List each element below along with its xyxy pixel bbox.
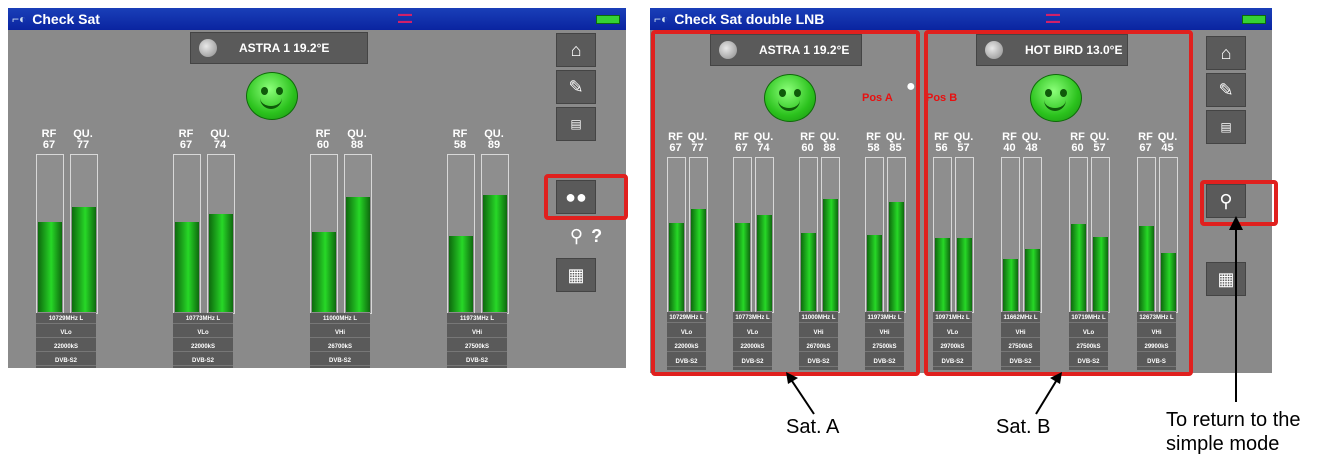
qu-value: 88 [350, 139, 364, 151]
calculator-button[interactable]: ▦ [556, 258, 596, 292]
satellite-selector[interactable]: ASTRA 1 19.2°E [190, 32, 368, 64]
left-title-bar: ⌐◐ Check Sat ▬▬ ▬▬ [8, 8, 626, 30]
channel-info: 11000MHz L VHi 26700kS DVB-S2 [310, 313, 370, 368]
channel-info-line: VHi [447, 330, 507, 338]
satellite-config-button[interactable]: ✎ [556, 70, 596, 104]
rf-value: 60 [316, 139, 330, 151]
channel-info-line: DVB-S2 [447, 358, 507, 366]
channel-info: 10773MHz L VLo 22000kS DVB-S2 [173, 313, 233, 368]
satellite-dish-icon [199, 39, 217, 57]
caption-sat-b: Sat. B [996, 416, 1051, 438]
caption-return-line2: simple mode [1166, 433, 1280, 455]
caption-sat-a: Sat. A [786, 416, 840, 438]
satellite-a-highlight [651, 30, 920, 376]
satellite-label: ASTRA 1 19.2°E [239, 41, 330, 55]
channel-info-line: 22000kS [173, 344, 233, 352]
menu-icon[interactable]: ⌐◐ [12, 12, 26, 26]
qu-value: 74 [213, 139, 227, 151]
arrow-sat-b [1035, 372, 1062, 415]
rf-level-fill [175, 222, 199, 312]
channel-info-line: 11973MHz L [447, 316, 507, 324]
help-icon: ? [591, 225, 603, 246]
channel-info-line: 10729MHz L [36, 316, 96, 324]
left-page-title: Check Sat [32, 11, 100, 27]
status-indicator: ▬▬ ▬▬ [398, 11, 412, 25]
double-lnb-highlight [544, 174, 628, 220]
rf-level-bar [173, 154, 201, 314]
qu-level-bar [207, 154, 235, 314]
quality-smiley-icon [246, 72, 298, 120]
satellite-b-highlight [924, 30, 1193, 376]
battery-icon [1242, 15, 1266, 24]
qu-level-fill [346, 197, 370, 312]
channel-info-line: 11000MHz L [310, 316, 370, 324]
channel-info-line: VLo [173, 330, 233, 338]
qu-level-bar [481, 154, 509, 314]
channel-info-line: VHi [310, 330, 370, 338]
arrow-sat-a [786, 372, 815, 415]
channel-info-line: 27500kS [447, 344, 507, 352]
right-title-bar: ⌐◐ Check Sat double LNB ▬▬ ▬▬ [650, 8, 1272, 30]
rf-value: 67 [179, 139, 193, 151]
qu-level-fill [209, 214, 233, 312]
qu-level-bar [70, 154, 98, 314]
channel-info-line: 22000kS [36, 344, 96, 352]
menu-icon[interactable]: ⌐◐ [654, 12, 668, 26]
channel-info-line: 10773MHz L [173, 316, 233, 324]
caption-return-line1: To return to the [1166, 409, 1301, 431]
rf-level-fill [38, 222, 62, 312]
rf-value: 58 [453, 139, 467, 151]
qu-level-fill [483, 195, 507, 312]
qu-value: 89 [487, 139, 501, 151]
qu-level-bar [344, 154, 372, 314]
left-device-screen: ⌐◐ Check Sat ▬▬ ▬▬ ASTRA 1 19.2°E RF 67 QU.… [8, 8, 626, 368]
rf-level-fill [312, 232, 336, 312]
channel-info: 10729MHz L VLo 22000kS DVB-S2 [36, 313, 96, 368]
satellite-config-button[interactable]: ✎ [1206, 73, 1246, 107]
status-indicator: ▬▬ ▬▬ [1046, 11, 1060, 25]
spectrum-button[interactable]: ▤ [1206, 110, 1246, 144]
battery-icon [596, 15, 620, 24]
channel-info-line: DVB-S2 [36, 358, 96, 366]
rf-level-fill [449, 236, 473, 312]
spectrum-button[interactable]: ▤ [556, 107, 596, 141]
right-page-title: Check Sat double LNB [674, 11, 825, 27]
rf-level-bar [36, 154, 64, 314]
channel-info-line: VLo [36, 330, 96, 338]
help-probe-button[interactable]: ⚲ ? [556, 220, 616, 252]
channel-info-line: 26700kS [310, 344, 370, 352]
home-button[interactable]: ⌂ [1206, 36, 1246, 70]
qu-level-fill [72, 207, 96, 312]
channel-info-line: DVB-S2 [173, 358, 233, 366]
rf-level-bar [310, 154, 338, 314]
rf-value: 67 [42, 139, 56, 151]
arrow-return [1229, 216, 1243, 402]
channel-info-line: DVB-S2 [310, 358, 370, 366]
qu-value: 77 [76, 139, 90, 151]
home-button[interactable]: ⌂ [556, 33, 596, 67]
channel-info: 11973MHz L VHi 27500kS DVB-S2 [447, 313, 507, 368]
rf-level-bar [447, 154, 475, 314]
probe-icon: ⚲ [569, 225, 584, 246]
